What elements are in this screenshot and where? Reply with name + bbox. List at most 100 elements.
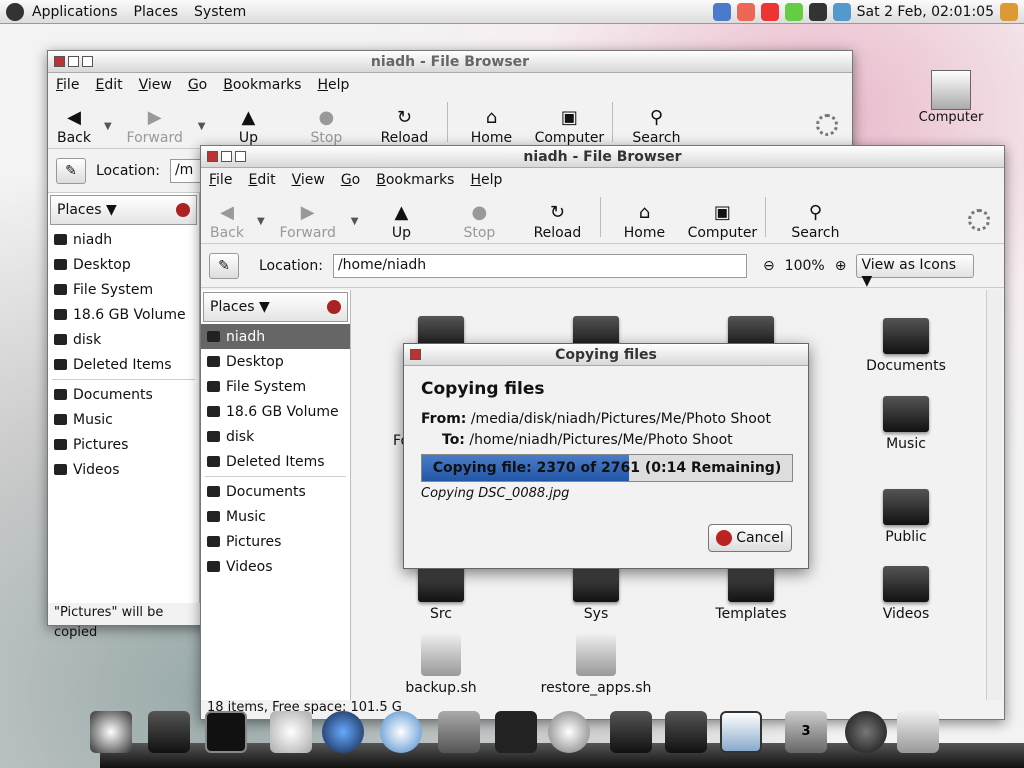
minimize-icon[interactable] [82,56,93,67]
places-menu[interactable]: Places [126,4,187,20]
workspace-switcher-icon[interactable]: 3 [785,711,827,753]
network-icon[interactable] [712,2,731,21]
sidebar-item-filesystem[interactable]: File System [201,374,350,399]
back-button[interactable]: ◀ Back [48,108,100,147]
reload-button[interactable]: ↻ Reload [365,108,443,147]
security-icon[interactable] [808,2,827,21]
terminal-icon[interactable] [205,711,247,753]
places-dropdown[interactable]: Places ▼ [50,195,197,225]
up-button[interactable]: ▲ Up [209,108,287,147]
menu-help[interactable]: Help [462,172,510,188]
im-client-icon[interactable] [380,711,422,753]
menu-view[interactable]: View [284,172,333,188]
stop-button[interactable]: ● Stop [440,203,518,242]
image-editor-icon[interactable] [760,2,779,21]
search-button[interactable]: ⚲ Search [770,203,860,242]
back-history-icon[interactable]: ▼ [104,121,112,132]
desktop-computer[interactable]: Computer [916,70,986,125]
folder-item-src[interactable]: Src [386,566,496,622]
folder-icon[interactable] [610,711,652,753]
logout-icon[interactable] [1000,2,1018,21]
front-window-titlebar[interactable]: niadh - File Browser [201,146,1004,168]
cancel-button[interactable]: Cancel [708,524,792,552]
sidebar-item-volume[interactable]: 18.6 GB Volume [201,399,350,424]
dialog-titlebar[interactable]: Copying files [404,344,808,366]
back-history-icon[interactable]: ▼ [257,216,265,227]
network-status-icon[interactable] [832,2,851,21]
sidebar-item-niadh[interactable]: niadh [201,324,350,349]
up-button[interactable]: ▲ Up [362,203,440,242]
vertical-scrollbar[interactable] [986,290,1002,700]
folder-item-music[interactable]: Music [851,396,961,452]
launcher-icon[interactable] [90,711,132,753]
reload-button[interactable]: ↻ Reload [518,203,596,242]
location-toggle-button[interactable]: ✎ [56,157,86,184]
file-item-backup[interactable]: backup.sh [386,634,496,696]
home-button[interactable]: ⌂ Home [452,108,530,147]
computer-button[interactable]: ▣ Computer [530,108,608,147]
home-button[interactable]: ⌂ Home [605,203,683,242]
zoom-in-icon[interactable]: ⊕ [835,258,847,274]
sidebar-item-desktop[interactable]: Desktop [48,252,199,277]
forward-button[interactable]: ▶ Forward [269,203,347,242]
folder-icon[interactable] [148,711,190,753]
places-dropdown[interactable]: Places ▼ [203,292,348,322]
chat-icon[interactable] [784,2,803,21]
folder-item-videos[interactable]: Videos [851,566,961,622]
system-menu[interactable]: System [186,4,254,20]
folder-item-documents[interactable]: Documents [851,318,961,374]
menu-edit[interactable]: Edit [87,77,130,93]
copy-dialog[interactable]: Copying files Copying files From: /media… [403,343,809,569]
zoom-out-icon[interactable]: ⊖ [763,258,775,274]
sidebar-item-videos[interactable]: Videos [201,554,350,579]
folder-item-templates[interactable]: Templates [696,566,806,622]
close-sidebar-icon[interactable] [327,300,341,314]
close-icon[interactable] [207,151,218,162]
messenger-icon[interactable] [270,711,312,753]
sidebar-item-filesystem[interactable]: File System [48,277,199,302]
sidebar-item-disk[interactable]: disk [201,424,350,449]
view-mode-select[interactable]: View as Icons ▼ [856,253,975,289]
tools-icon[interactable] [438,711,480,753]
sidebar-item-music[interactable]: Music [48,407,199,432]
close-icon[interactable] [410,349,421,360]
sidebar-item-videos[interactable]: Videos [48,457,199,482]
location-input[interactable]: /home/niadh [332,253,747,278]
update-icon[interactable] [548,711,590,753]
back-button[interactable]: ◀ Back [201,203,253,242]
sidebar-item-documents[interactable]: Documents [48,382,199,407]
folder-icon[interactable] [665,711,707,753]
sidebar-item-pictures[interactable]: Pictures [48,432,199,457]
forward-history-icon[interactable]: ▼ [351,216,359,227]
menu-view[interactable]: View [131,77,180,93]
sidebar-item-niadh[interactable]: niadh [48,227,199,252]
sidebar-item-trash[interactable]: Deleted Items [201,449,350,474]
stop-button[interactable]: ● Stop [287,108,365,147]
clock[interactable]: Sat 2 Feb, 02:01:05 [857,4,994,20]
file-item-restore[interactable]: restore_apps.sh [541,634,651,696]
close-icon[interactable] [54,56,65,67]
lastfm-icon[interactable] [845,711,887,753]
forward-button[interactable]: ▶ Forward [116,108,194,147]
location-toggle-button[interactable]: ✎ [209,252,239,279]
menu-go[interactable]: Go [180,77,215,93]
menu-bookmarks[interactable]: Bookmarks [215,77,309,93]
back-window-titlebar[interactable]: niadh - File Browser [48,51,852,73]
menu-file[interactable]: File [48,77,87,93]
sidebar-item-music[interactable]: Music [201,504,350,529]
folder-item-sys[interactable]: Sys [541,566,651,622]
minimize-icon[interactable] [235,151,246,162]
zoom-level[interactable]: 100% [785,258,825,274]
sidebar-item-trash[interactable]: Deleted Items [48,352,199,377]
menu-bookmarks[interactable]: Bookmarks [368,172,462,188]
maximize-icon[interactable] [68,56,79,67]
menu-go[interactable]: Go [333,172,368,188]
sidebar-item-volume[interactable]: 18.6 GB Volume [48,302,199,327]
sidebar-item-pictures[interactable]: Pictures [201,529,350,554]
browser-icon[interactable] [736,2,755,21]
trash-icon[interactable] [897,711,939,753]
sidebar-item-disk[interactable]: disk [48,327,199,352]
web-browser-icon[interactable] [322,711,364,753]
menu-help[interactable]: Help [309,77,357,93]
applications-menu[interactable]: Applications [24,4,126,20]
